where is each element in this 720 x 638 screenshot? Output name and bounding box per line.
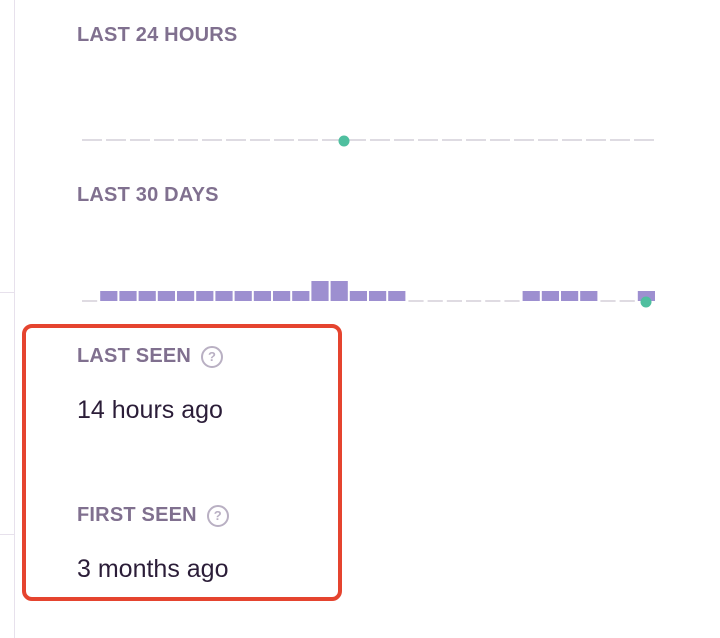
chart-bar[interactable] — [561, 291, 579, 301]
chart-bar[interactable] — [100, 291, 118, 301]
chart-bar[interactable] — [177, 291, 195, 301]
first-seen-value[interactable]: 3 months ago — [77, 555, 229, 584]
chart-bar[interactable] — [138, 291, 156, 301]
release-marker[interactable] — [640, 296, 652, 308]
last-24-hours-chart[interactable] — [80, 120, 660, 160]
chart-bar[interactable] — [273, 291, 291, 301]
last-seen-label: LAST SEEN ? — [77, 345, 224, 368]
last-30-days-label: LAST 30 DAYS — [77, 184, 219, 206]
last-24-hours-label: LAST 24 HOURS — [77, 24, 238, 46]
chart-bar[interactable] — [215, 291, 233, 301]
first-seen-label-text: FIRST SEEN — [77, 504, 197, 526]
divider-tick — [0, 534, 14, 535]
chart-bar[interactable] — [292, 291, 310, 301]
chart-bar[interactable] — [522, 291, 540, 301]
last-seen-label-text: LAST SEEN — [77, 345, 192, 367]
chart-bar[interactable] — [541, 291, 559, 301]
first-seen-label: FIRST SEEN ? — [77, 504, 229, 527]
chart-bar[interactable] — [157, 291, 175, 301]
chart-bar[interactable] — [196, 291, 214, 301]
chart-bar[interactable] — [119, 291, 137, 301]
chart-bar[interactable] — [234, 291, 252, 301]
left-divider — [14, 0, 15, 638]
divider-tick — [0, 292, 14, 293]
chart-bar[interactable] — [311, 281, 329, 301]
question-circle-icon[interactable]: ? — [201, 345, 224, 368]
chart-bar[interactable] — [388, 291, 406, 301]
release-marker[interactable] — [338, 135, 350, 147]
question-circle-icon[interactable]: ? — [206, 504, 229, 527]
chart-bar[interactable] — [253, 291, 271, 301]
chart-bar[interactable] — [349, 291, 367, 301]
last-seen-value[interactable]: 14 hours ago — [77, 396, 223, 425]
chart-bar[interactable] — [369, 291, 387, 301]
chart-bar[interactable] — [330, 281, 348, 301]
chart-bar[interactable] — [580, 291, 598, 301]
last-30-days-chart[interactable] — [80, 266, 660, 316]
